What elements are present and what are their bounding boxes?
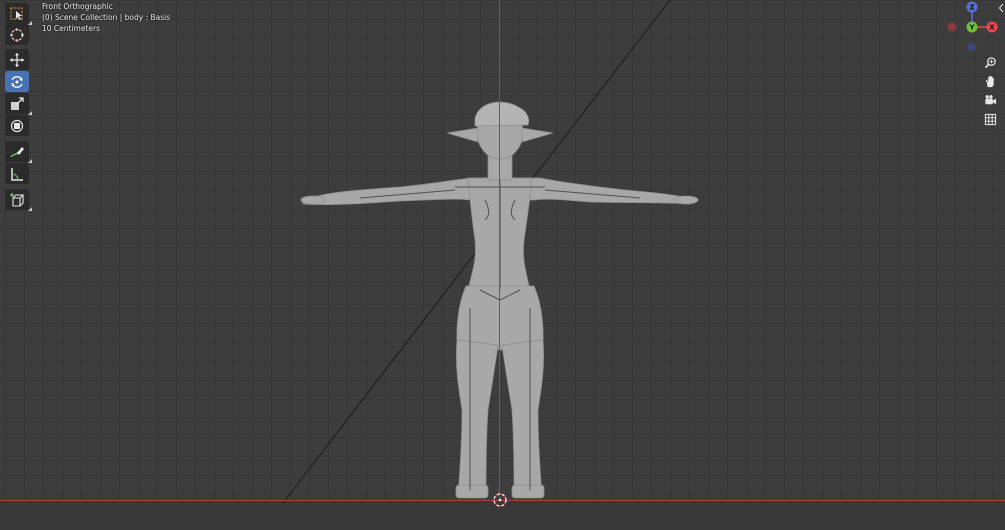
add-cube-icon xyxy=(10,192,25,207)
submenu-indicator-icon xyxy=(28,159,32,163)
select-box-icon xyxy=(10,7,23,20)
negative-x-axis-handle[interactable] xyxy=(947,22,957,32)
measure-icon xyxy=(11,167,23,181)
annotate-tool-button[interactable] xyxy=(5,141,32,163)
annotate-pencil-icon xyxy=(10,146,24,157)
hand-icon xyxy=(985,75,994,88)
add-cube-tool-button[interactable] xyxy=(5,189,32,211)
pan-button[interactable] xyxy=(981,73,999,90)
toggle-perspective-button[interactable] xyxy=(981,111,999,128)
rotate-icon xyxy=(11,75,23,88)
negative-z-axis-handle[interactable] xyxy=(967,42,977,52)
x-axis-label: X xyxy=(989,24,995,32)
cursor-icon xyxy=(10,27,24,42)
submenu-indicator-icon xyxy=(28,21,32,25)
submenu-indicator-icon xyxy=(28,111,32,115)
cursor-tool-button[interactable] xyxy=(5,24,29,45)
z-axis-label: Z xyxy=(969,4,974,12)
move-icon xyxy=(10,52,24,67)
submenu-indicator-icon xyxy=(28,207,32,211)
zoom-magnifier-icon xyxy=(984,57,996,69)
navigation-gizmo[interactable]: X Z Y xyxy=(944,0,1000,54)
viewport-scene xyxy=(0,0,1005,530)
measure-tool-button[interactable] xyxy=(5,163,29,184)
rotate-tool-button[interactable] xyxy=(5,71,29,92)
move-tool-button[interactable] xyxy=(5,49,29,70)
transform-tool-button[interactable] xyxy=(5,115,29,136)
y-axis-label: Y xyxy=(968,24,975,32)
chevron-left-icon[interactable] xyxy=(998,3,1005,13)
zoom-button[interactable] xyxy=(981,54,999,71)
scale-tool-button[interactable] xyxy=(5,93,32,115)
scale-icon xyxy=(11,96,24,110)
grid-scale: 10 Centimeters xyxy=(42,24,101,33)
view-name: Front Orthographic xyxy=(42,2,113,11)
camera-view-button[interactable] xyxy=(981,92,999,109)
collection-info: (0) Scene Collection | body : Basis xyxy=(42,13,171,22)
camera-icon xyxy=(984,95,996,105)
transform-icon xyxy=(10,119,24,132)
select-box-button[interactable] xyxy=(5,3,32,25)
grid-icon xyxy=(984,113,996,126)
